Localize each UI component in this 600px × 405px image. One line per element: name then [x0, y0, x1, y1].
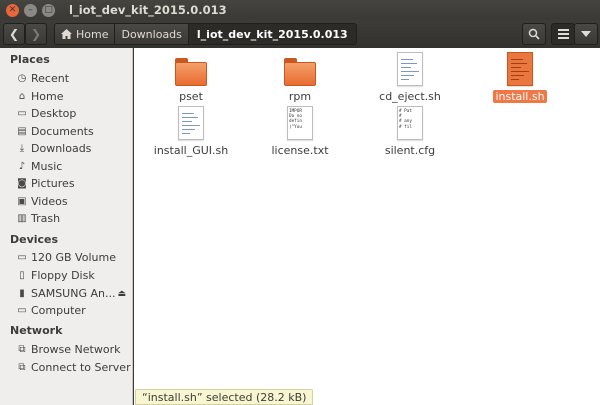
sidebar-item-120gb-volume[interactable]: ▭ 120 GB Volume [16, 249, 131, 266]
sidebar-item-recent[interactable]: ◷ Recent [16, 70, 131, 87]
list-view-icon [557, 29, 569, 39]
network-heading: Network [10, 324, 63, 337]
script-file-icon [397, 52, 423, 86]
sidebar-item-connect-server[interactable]: ⧉ Connect to Server [16, 359, 131, 376]
file-name: silent.cfg [384, 144, 436, 157]
sidebar-item-music[interactable]: ♪ Music [16, 158, 131, 175]
menu-icon [581, 30, 591, 37]
sidebar-item-label: 120 GB Volume [31, 251, 116, 264]
sidebar-item-label: Videos [31, 195, 68, 208]
eject-icon[interactable]: ⏏ [117, 289, 126, 299]
forward-button[interactable]: ❯ [25, 23, 47, 45]
trash-icon: ▥ [17, 213, 27, 224]
file-name: rpm [288, 90, 312, 103]
desktop-icon: ▭ [17, 108, 27, 119]
sidebar-item-label: SAMSUNG An... [31, 287, 116, 300]
sidebar-item-label: Documents [31, 125, 94, 138]
file-item-install-sh[interactable]: install.sh [472, 52, 568, 103]
sidebar-item-downloads[interactable]: ⤓ Downloads [16, 140, 131, 157]
sidebar-item-desktop[interactable]: ▭ Desktop [16, 105, 131, 122]
sidebar-item-label: Music [31, 160, 63, 173]
sidebar-item-label: Floppy Disk [31, 269, 95, 282]
selection-status: “install.sh” selected (28.2 kB) [135, 389, 314, 405]
window-title: l_iot_dev_kit_2015.0.013 [69, 3, 227, 17]
floppy-icon: ▯ [19, 270, 25, 281]
sidebar-item-label: Recent [31, 72, 70, 85]
sidebar-item-samsung[interactable]: ▮ SAMSUNG An... ⏏ [16, 285, 131, 302]
home-icon: ⌂ [18, 91, 26, 102]
file-view[interactable]: pset rpm cd_eject.sh install.sh install_… [134, 48, 600, 405]
drive-icon: ▭ [17, 252, 27, 263]
sidebar-item-label: Pictures [31, 177, 75, 190]
network-icon: ⧉ [18, 344, 26, 355]
file-name: install_GUI.sh [153, 144, 229, 157]
text-file-icon: # Pat # # any # fil [397, 106, 423, 140]
folder-icon [175, 58, 207, 86]
text-file-icon: IMPOR Do no defin ("You [287, 106, 313, 140]
videos-icon: ▣ [17, 196, 27, 207]
places-heading: Places [10, 53, 50, 66]
file-item-silent-cfg[interactable]: # Pat # # any # fil silent.cfg [362, 106, 458, 157]
sidebar-item-label: Browse Network [31, 343, 121, 356]
file-name: install.sh [493, 90, 547, 103]
minimize-window-button[interactable]: – [24, 3, 37, 17]
pictures-icon: ◙ [17, 178, 27, 189]
folder-icon [284, 58, 316, 86]
breadcrumb-home[interactable]: Home [55, 24, 116, 44]
file-item-install-gui[interactable]: install_GUI.sh [143, 106, 239, 157]
computer-icon: ▭ [17, 305, 27, 316]
script-file-icon [507, 52, 533, 86]
breadcrumb-home-label: Home [76, 27, 109, 41]
sidebar-item-floppy-disk[interactable]: ▯ Floppy Disk [16, 267, 131, 284]
file-item-cd-eject[interactable]: cd_eject.sh [362, 52, 458, 103]
list-view-button[interactable] [551, 23, 575, 45]
music-icon: ♪ [18, 161, 26, 172]
breadcrumb: Home Downloads l_iot_dev_kit_2015.0.013 [54, 23, 357, 45]
sidebar-item-pictures[interactable]: ◙ Pictures [16, 175, 131, 192]
usb-drive-icon: ▮ [19, 288, 25, 299]
breadcrumb-current-folder[interactable]: l_iot_dev_kit_2015.0.013 [188, 24, 356, 44]
sidebar-item-videos[interactable]: ▣ Videos [16, 193, 131, 210]
breadcrumb-downloads-label: Downloads [121, 27, 182, 41]
file-item-pset[interactable]: pset [143, 54, 239, 103]
sidebar-item-label: Downloads [31, 142, 92, 155]
sidebar-item-label: Trash [31, 212, 61, 225]
sidebar-item-label: Connect to Server [31, 361, 131, 374]
devices-heading: Devices [10, 233, 59, 246]
script-file-icon [178, 106, 204, 140]
home-icon [61, 29, 72, 39]
file-item-license[interactable]: IMPOR Do no defin ("You license.txt [252, 106, 348, 157]
documents-icon: ▤ [17, 126, 27, 137]
sidebar-item-documents[interactable]: ▤ Documents [16, 123, 131, 140]
sidebar-item-label: Computer [31, 304, 86, 317]
search-icon [528, 28, 540, 40]
sidebar-item-trash[interactable]: ▥ Trash [16, 210, 131, 227]
forward-arrow-icon: ❯ [30, 27, 42, 41]
back-arrow-icon: ❮ [8, 27, 20, 41]
search-button[interactable] [522, 23, 546, 45]
toolbar: ❮ ❯ Home Downloads l_iot_dev_kit_2015.0.… [0, 20, 600, 48]
sidebar-item-browse-network[interactable]: ⧉ Browse Network [16, 341, 131, 358]
downloads-icon: ⤓ [19, 143, 25, 154]
breadcrumb-current-label: l_iot_dev_kit_2015.0.013 [196, 27, 348, 41]
sidebar-item-home[interactable]: ⌂ Home [16, 88, 131, 105]
file-name: license.txt [271, 144, 329, 157]
title-bar: ✕ – □ l_iot_dev_kit_2015.0.013 [0, 0, 600, 20]
clock-icon: ◷ [17, 73, 27, 84]
server-icon: ⧉ [18, 362, 26, 373]
breadcrumb-downloads[interactable]: Downloads [115, 24, 189, 44]
sidebar-item-label: Home [31, 90, 64, 103]
sidebar: Places ◷ Recent ⌂ Home ▭ Desktop ▤ Docum… [0, 48, 133, 405]
maximize-window-button[interactable]: □ [42, 3, 55, 17]
file-name: cd_eject.sh [379, 90, 441, 103]
sidebar-item-label: Desktop [31, 107, 77, 120]
file-item-rpm[interactable]: rpm [252, 54, 348, 103]
back-button[interactable]: ❮ [3, 23, 25, 45]
sidebar-item-computer[interactable]: ▭ Computer [16, 302, 131, 319]
file-name: pset [179, 90, 203, 103]
menu-button[interactable] [574, 23, 598, 45]
close-window-button[interactable]: ✕ [6, 3, 19, 17]
